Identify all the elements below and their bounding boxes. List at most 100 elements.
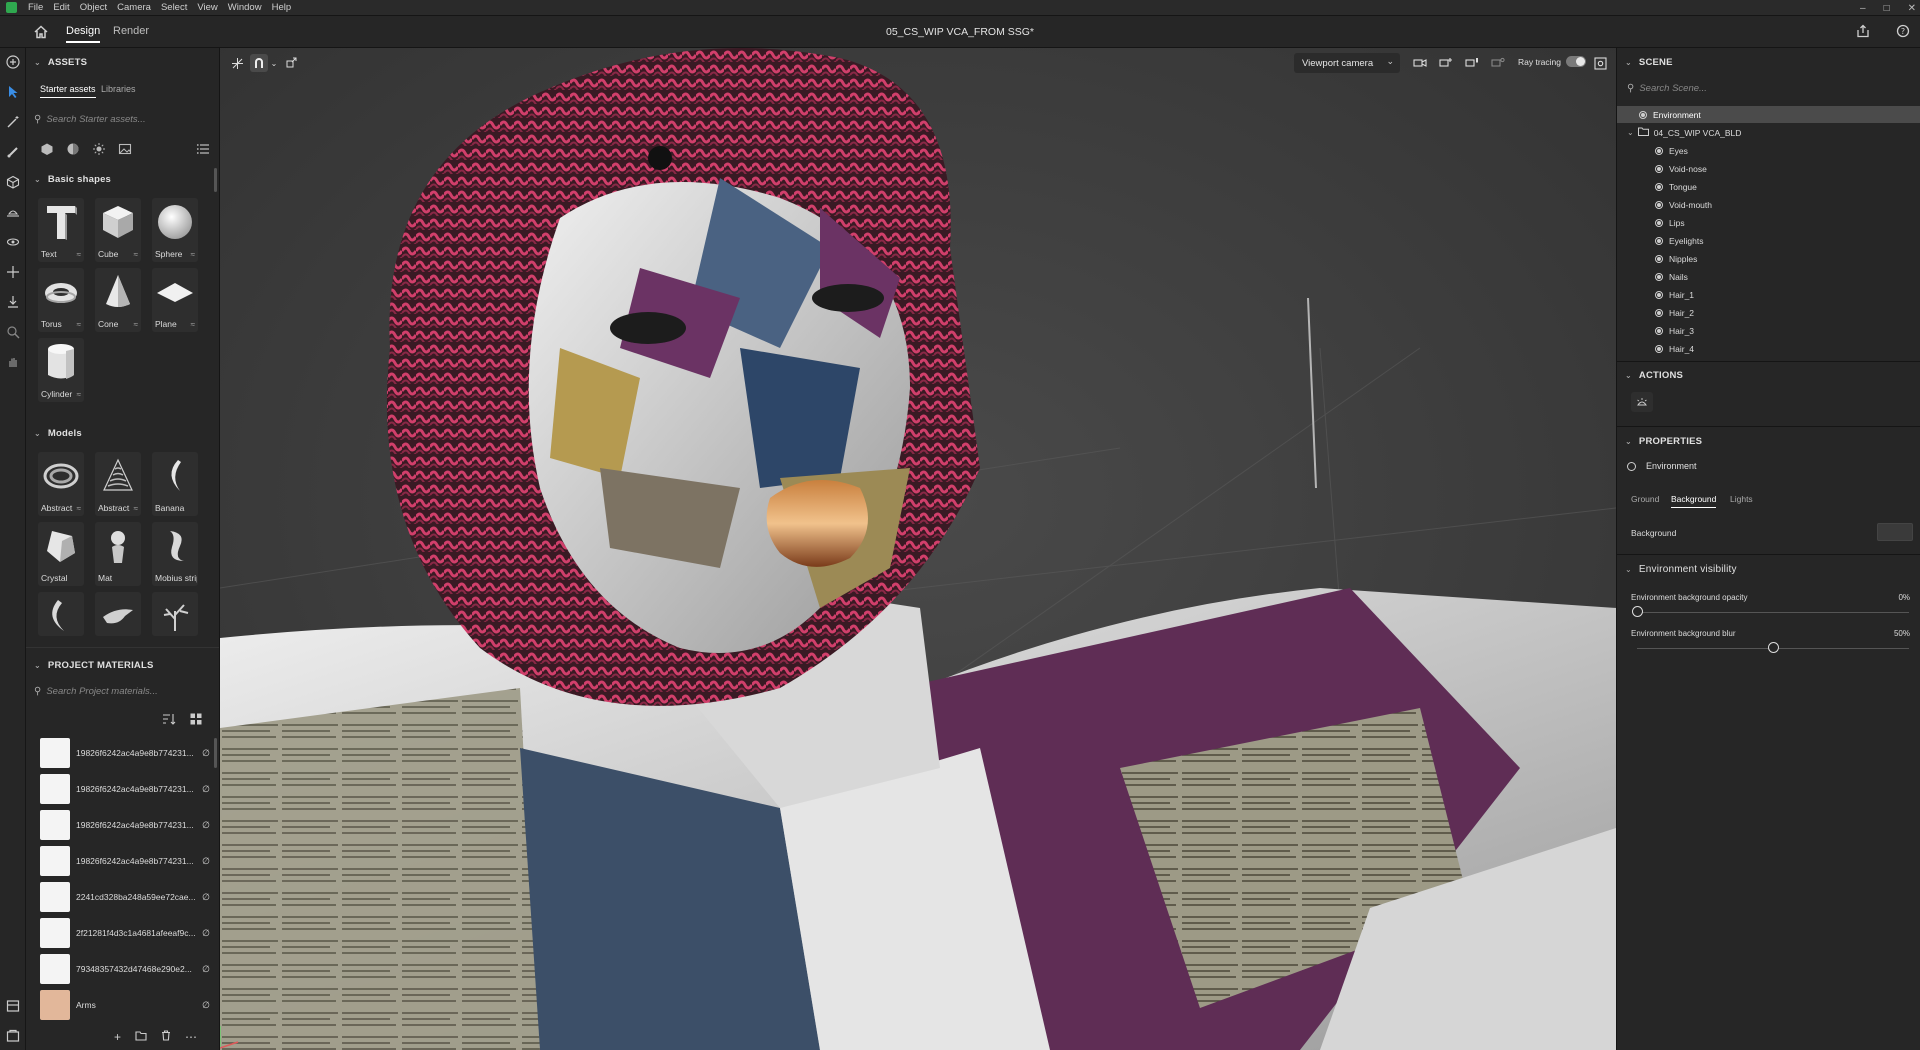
options-icon[interactable]: ≈ [77, 250, 81, 259]
asset-cube[interactable]: Cube ≈ [95, 198, 141, 262]
tab-render[interactable]: Render [113, 25, 149, 37]
assets-search-input[interactable]: ⚲ Search Starter assets... [34, 109, 212, 129]
material-item[interactable]: 2241cd328ba248a59ee72cae... ∅ [40, 882, 210, 912]
material-item[interactable]: 2f21281f4d3c1a4681afeeaf9c... ∅ [40, 918, 210, 948]
zoom-tool-icon[interactable] [5, 324, 21, 340]
scene-item[interactable]: Void-mouth [1617, 196, 1920, 213]
select-tool-icon[interactable] [5, 84, 21, 100]
link-icon[interactable]: ∅ [200, 892, 210, 903]
link-icon[interactable]: ∅ [200, 748, 210, 759]
scene-item[interactable]: Nipples [1617, 250, 1920, 267]
material-item[interactable]: Arms ∅ [40, 990, 210, 1020]
light-tool-icon[interactable] [5, 204, 21, 220]
model-mobius-strip[interactable]: Mobius strip [152, 522, 198, 586]
background-color-swatch[interactable] [1877, 523, 1913, 541]
sort-icon[interactable] [162, 713, 176, 728]
link-icon[interactable]: ∅ [200, 784, 210, 795]
menu-window[interactable]: Window [223, 2, 267, 13]
materials-search-input[interactable]: ⚲ Search Project materials... [34, 681, 212, 701]
filter-materials-icon[interactable] [66, 142, 80, 159]
more-options-icon[interactable]: ⋯ [185, 1030, 197, 1044]
ray-tracing-toggle[interactable] [1566, 56, 1586, 67]
assets-panel-icon[interactable] [5, 1028, 21, 1044]
transform-space-icon[interactable] [282, 54, 300, 72]
model-mat[interactable]: Mat [95, 522, 141, 586]
help-icon[interactable]: ? [1896, 24, 1910, 41]
home-icon[interactable] [33, 24, 49, 40]
material-item[interactable]: 19826f6242ac4a9e8b774231... ∅ [40, 810, 210, 840]
options-icon[interactable]: ≈ [77, 320, 81, 329]
asset-cylinder[interactable]: Cylinder ≈ [38, 338, 84, 402]
share-icon[interactable] [1856, 24, 1870, 41]
panel-toggle-icon[interactable] [5, 998, 21, 1014]
chevron-down-icon[interactable]: ⌄ [1627, 128, 1634, 137]
model-item-9[interactable] [152, 592, 198, 636]
assets-heading[interactable]: ⌄ ASSETS [34, 57, 87, 68]
asset-sphere[interactable]: Sphere ≈ [152, 198, 198, 262]
filter-models-icon[interactable] [40, 142, 54, 159]
menu-file[interactable]: File [23, 2, 48, 13]
render-settings-icon[interactable] [1592, 54, 1608, 72]
camera-icon[interactable] [1412, 54, 1428, 72]
menu-object[interactable]: Object [75, 2, 112, 13]
brush-tool-icon[interactable] [5, 144, 21, 160]
options-icon[interactable]: ≈ [134, 504, 138, 513]
add-material-icon[interactable]: + [114, 1030, 121, 1044]
link-icon[interactable]: ∅ [200, 820, 210, 831]
material-item[interactable]: 79348357432d47468e290e2... ∅ [40, 954, 210, 984]
snap-magnet-icon[interactable] [250, 54, 268, 72]
material-item[interactable]: 19826f6242ac4a9e8b774231... ∅ [40, 738, 210, 768]
basic-shapes-heading[interactable]: ⌄ Basic shapes [34, 174, 111, 185]
menu-camera[interactable]: Camera [112, 2, 156, 13]
scene-item[interactable]: Nails [1617, 268, 1920, 285]
link-icon[interactable]: ∅ [200, 856, 210, 867]
scene-item[interactable]: Hair_4 [1617, 340, 1920, 357]
light-action-icon[interactable] [1631, 392, 1653, 412]
scene-item[interactable]: Hair_1 [1617, 286, 1920, 303]
scene-group-bld[interactable]: ⌄ 04_CS_WIP VCA_BLD [1617, 124, 1920, 141]
opacity-slider-track[interactable] [1637, 612, 1909, 613]
tab-ground[interactable]: Ground [1631, 494, 1659, 504]
options-icon[interactable]: ≈ [191, 250, 195, 259]
blur-slider-knob[interactable] [1767, 642, 1779, 653]
scene-item[interactable]: Void-nose [1617, 160, 1920, 177]
orbit-tool-icon[interactable] [5, 234, 21, 250]
model-item-7[interactable] [38, 592, 84, 636]
tab-design[interactable]: Design [66, 25, 101, 43]
menu-help[interactable]: Help [267, 2, 297, 13]
scene-item[interactable]: Hair_2 [1617, 304, 1920, 321]
options-icon[interactable]: ≈ [134, 320, 138, 329]
material-item[interactable]: 19826f6242ac4a9e8b774231... ∅ [40, 846, 210, 876]
model-banana[interactable]: Banana [152, 452, 198, 516]
opacity-slider-knob[interactable] [1631, 606, 1643, 617]
link-icon[interactable]: ∅ [200, 1000, 210, 1011]
maximize-button[interactable]: □ [1884, 3, 1890, 14]
hand-tool-icon[interactable] [5, 354, 21, 370]
add-icon[interactable] [5, 54, 21, 70]
cube-tool-icon[interactable] [5, 174, 21, 190]
magic-wand-icon[interactable] [5, 114, 21, 130]
asset-cone[interactable]: Cone ≈ [95, 268, 141, 332]
model-abstract-2[interactable]: Abstract...≈ [95, 452, 141, 516]
scene-item[interactable]: Eyelights [1617, 232, 1920, 249]
grid-view-icon[interactable] [190, 713, 202, 728]
tab-lights[interactable]: Lights [1730, 494, 1753, 504]
scene-item[interactable]: Lips [1617, 214, 1920, 231]
assets-scrollbar[interactable] [214, 168, 217, 192]
drop-tool-icon[interactable] [5, 294, 21, 310]
model-crystal[interactable]: Crystal [38, 522, 84, 586]
options-icon[interactable]: ≈ [134, 250, 138, 259]
scene-item[interactable]: Tongue [1617, 178, 1920, 195]
environment-visibility-heading[interactable]: ⌄ Environment visibility [1625, 564, 1737, 575]
options-icon[interactable]: ≈ [77, 390, 81, 399]
properties-heading[interactable]: ⌄ PROPERTIES [1625, 436, 1702, 447]
tab-background[interactable]: Background [1671, 494, 1717, 508]
camera-bookmark-icon[interactable] [1464, 54, 1480, 72]
scene-search-input[interactable]: ⚲ Search Scene... [1627, 78, 1907, 98]
options-icon[interactable]: ≈ [77, 504, 81, 513]
models-heading[interactable]: ⌄ Models [34, 428, 82, 439]
link-icon[interactable]: ∅ [200, 928, 210, 939]
menu-select[interactable]: Select [156, 2, 192, 13]
filter-images-icon[interactable] [118, 142, 132, 159]
tab-starter-assets[interactable]: Starter assets [40, 84, 96, 98]
